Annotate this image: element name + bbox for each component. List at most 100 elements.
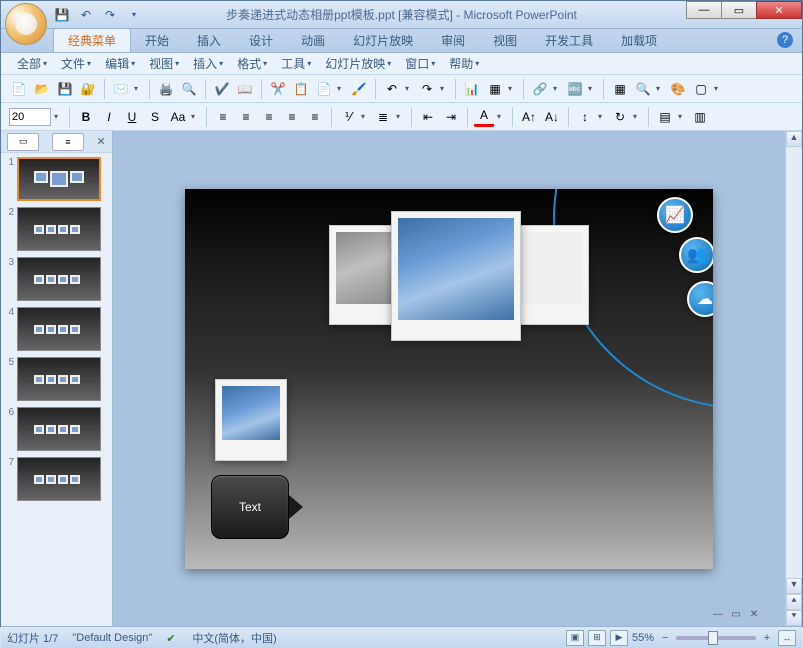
ribbon-tab-classic-menu[interactable]: 经典菜单 <box>53 28 131 52</box>
bullet-dropdown[interactable]: ▾ <box>396 112 405 121</box>
link-dropdown[interactable]: ▾ <box>553 84 562 93</box>
font-color-icon[interactable]: A <box>474 107 494 127</box>
undo-icon[interactable]: ↶ <box>382 79 402 99</box>
spelling-icon[interactable]: ✔️ <box>212 79 232 99</box>
color-icon[interactable]: 🎨 <box>668 79 688 99</box>
prev-slide-icon[interactable]: ⯅ <box>786 594 802 610</box>
badge-chart-icon[interactable]: 📈 <box>657 197 693 233</box>
layout-icon[interactable]: ▥ <box>690 107 710 127</box>
spellcheck-icon[interactable]: ✔ <box>166 632 178 644</box>
italic-icon[interactable]: I <box>99 107 119 127</box>
text-direction-icon[interactable]: ↻ <box>610 107 630 127</box>
sub-restore-icon[interactable]: ▭ <box>727 609 745 623</box>
undo-icon[interactable]: ↶ <box>77 6 95 24</box>
qat-customize-icon[interactable]: ▾ <box>125 6 143 24</box>
spacing-dropdown[interactable]: ▾ <box>598 112 607 121</box>
menu-help[interactable]: 帮助▾ <box>443 53 485 74</box>
outline-tab[interactable]: ≡ <box>52 133 84 151</box>
save-icon[interactable]: 💾 <box>53 6 71 24</box>
normal-view-icon[interactable]: ▣ <box>566 630 584 646</box>
save-icon[interactable]: 💾 <box>55 79 75 99</box>
redo-icon[interactable]: ↷ <box>101 6 119 24</box>
menu-view[interactable]: 视图▾ <box>143 53 185 74</box>
scroll-down-icon[interactable]: ▼ <box>786 578 802 594</box>
table-icon[interactable]: ▦ <box>485 79 505 99</box>
menu-format[interactable]: 格式▾ <box>231 53 273 74</box>
zoom-slider[interactable] <box>676 636 756 640</box>
maximize-button[interactable]: ▭ <box>721 1 757 19</box>
sub-close-icon[interactable]: ✕ <box>745 609 763 623</box>
grid-icon[interactable]: ▦ <box>610 79 630 99</box>
copy-icon[interactable]: 📋 <box>291 79 311 99</box>
ribbon-tab-insert[interactable]: 插入 <box>183 29 235 52</box>
thumbnail-6[interactable]: 6 <box>5 407 108 451</box>
grow-font-icon[interactable]: A↑ <box>519 107 539 127</box>
language-label[interactable]: 中文(简体，中国) <box>192 630 276 646</box>
ribbon-tab-slideshow[interactable]: 幻灯片放映 <box>339 29 427 52</box>
text-callout[interactable]: Text <box>211 475 289 539</box>
bold-icon[interactable]: B <box>76 107 96 127</box>
menu-insert[interactable]: 插入▾ <box>187 53 229 74</box>
badge-people-icon[interactable]: 👥 <box>679 237 713 273</box>
zoom-dropdown[interactable]: ▾ <box>656 84 665 93</box>
menu-all[interactable]: 全部▾ <box>11 53 53 74</box>
num-dropdown[interactable]: ▾ <box>361 112 370 121</box>
shrink-font-icon[interactable]: A↓ <box>542 107 562 127</box>
chart-icon[interactable]: 📊 <box>462 79 482 99</box>
photo-frame-small[interactable] <box>215 379 287 461</box>
ribbon-tab-design[interactable]: 设计 <box>235 29 287 52</box>
textbox-dropdown[interactable]: ▾ <box>588 84 597 93</box>
distribute-icon[interactable]: ≡ <box>305 107 325 127</box>
ribbon-tab-developer[interactable]: 开发工具 <box>531 29 607 52</box>
sub-minimize-icon[interactable]: — <box>709 609 727 623</box>
menu-window[interactable]: 窗口▾ <box>399 53 441 74</box>
align-center-icon[interactable]: ≡ <box>236 107 256 127</box>
ribbon-tab-home[interactable]: 开始 <box>131 29 183 52</box>
fontsize-dropdown[interactable]: ▾ <box>54 112 63 121</box>
cut-icon[interactable]: ✂️ <box>268 79 288 99</box>
thumbnail-slide[interactable] <box>17 357 101 401</box>
slides-tab[interactable]: ▭ <box>7 133 39 151</box>
open-icon[interactable]: 📂 <box>32 79 52 99</box>
hyperlink-icon[interactable]: 🔗 <box>530 79 550 99</box>
vertical-scrollbar[interactable]: ▲ ▼ ⯅ ⯆ <box>785 131 802 626</box>
help-icon[interactable]: ? <box>777 32 793 48</box>
win-dropdown[interactable]: ▾ <box>714 84 723 93</box>
bullets-icon[interactable]: ≣ <box>373 107 393 127</box>
scroll-up-icon[interactable]: ▲ <box>786 131 802 147</box>
thumbnail-4[interactable]: 4 <box>5 307 108 351</box>
thumbnail-slide[interactable] <box>17 407 101 451</box>
thumbnail-3[interactable]: 3 <box>5 257 108 301</box>
fit-window-icon[interactable]: ↔ <box>778 630 796 646</box>
minimize-button[interactable]: — <box>686 1 722 19</box>
slide-editor[interactable]: 📈 👥 ☁ Text — ▭ ✕ <box>113 131 785 626</box>
research-icon[interactable]: 📖 <box>235 79 255 99</box>
ribbon-tab-addins[interactable]: 加载项 <box>607 29 671 52</box>
increase-indent-icon[interactable]: ⇥ <box>441 107 461 127</box>
thumbnail-slide[interactable] <box>17 257 101 301</box>
format-painter-icon[interactable]: 🖌️ <box>349 79 369 99</box>
new-slide-icon[interactable]: ▤ <box>655 107 675 127</box>
thumbnail-7[interactable]: 7 <box>5 457 108 501</box>
thumbnail-2[interactable]: 2 <box>5 207 108 251</box>
window-icon[interactable]: ▢ <box>691 79 711 99</box>
slide-canvas[interactable]: 📈 👥 ☁ Text <box>185 189 713 569</box>
numbering-icon[interactable]: ⅟ <box>338 107 358 127</box>
shadow-icon[interactable]: S <box>145 107 165 127</box>
paste-icon[interactable]: 📄 <box>314 79 334 99</box>
print-icon[interactable]: 🖨️ <box>156 79 176 99</box>
office-button[interactable] <box>5 3 47 45</box>
close-button[interactable]: ✕ <box>756 1 802 19</box>
thumbnail-5[interactable]: 5 <box>5 357 108 401</box>
zoom-in-icon[interactable]: + <box>760 632 774 644</box>
change-case-icon[interactable]: Aa <box>168 107 188 127</box>
zoom-level[interactable]: 55% <box>632 632 654 644</box>
fontcolor-dropdown[interactable]: ▾ <box>497 112 506 121</box>
ribbon-tab-animation[interactable]: 动画 <box>287 29 339 52</box>
thumbnail-1[interactable]: 1 <box>5 157 108 201</box>
sorter-view-icon[interactable]: ⊞ <box>588 630 606 646</box>
ribbon-tab-review[interactable]: 审阅 <box>427 29 479 52</box>
zoom-thumb[interactable] <box>708 631 718 645</box>
zoom-out-icon[interactable]: − <box>658 632 672 644</box>
menu-edit[interactable]: 编辑▾ <box>99 53 141 74</box>
